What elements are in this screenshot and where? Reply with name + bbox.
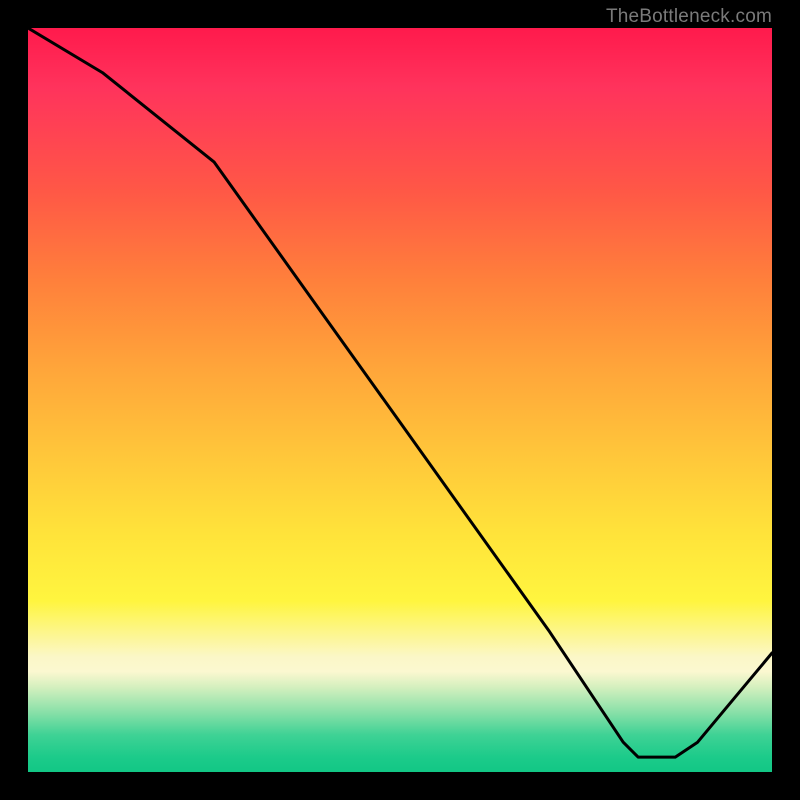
plot-area — [28, 28, 772, 772]
chart-frame: TheBottleneck.com — [0, 0, 800, 800]
watermark-text: TheBottleneck.com — [606, 6, 772, 28]
line-layer — [28, 28, 772, 772]
series-curve — [28, 28, 772, 757]
